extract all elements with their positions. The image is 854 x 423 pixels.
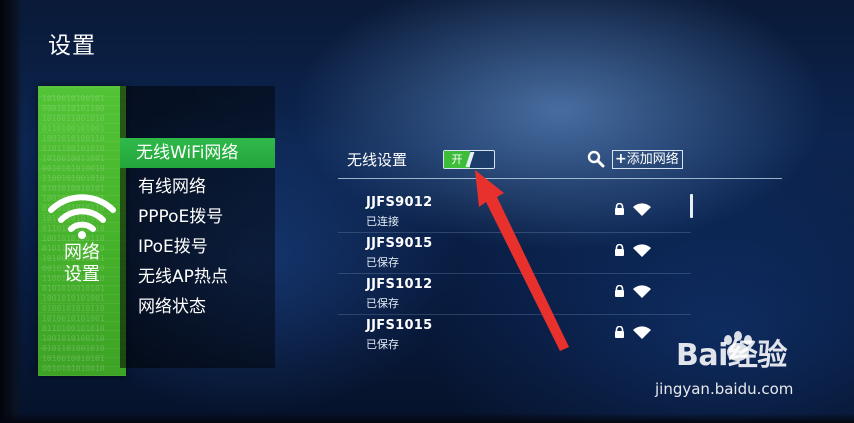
- lock-icon: [615, 244, 624, 256]
- tile-label-line2: 设置: [64, 264, 100, 285]
- lock-icon: [615, 326, 624, 338]
- list-separator: [338, 273, 691, 274]
- page-title: 设置: [48, 33, 96, 59]
- wifi-signal-icon: [633, 244, 651, 257]
- watermark-brand: Bai经验: [676, 338, 787, 373]
- network-list-item[interactable]: JJFS1012 已保存: [338, 275, 691, 315]
- network-status: 已保存: [366, 297, 399, 310]
- network-status: 已连接: [366, 215, 399, 228]
- wifi-signal-icon: [633, 203, 651, 216]
- list-separator: [338, 232, 691, 233]
- wireless-settings-label: 无线设置: [347, 151, 408, 169]
- network-list-item[interactable]: JJFS9012 已连接: [338, 193, 691, 233]
- wifi-icon: [48, 194, 116, 239]
- wifi-signal-icon: [633, 285, 651, 298]
- menu-item-ipoe[interactable]: IPoE拨号: [138, 232, 208, 257]
- network-list-item[interactable]: JJFS9015 已保存: [338, 234, 691, 274]
- lock-icon: [615, 203, 624, 215]
- network-list-scrollbar[interactable]: [690, 194, 693, 218]
- screen-bezel: [0, 0, 22, 423]
- plus-icon: +: [615, 151, 627, 167]
- header-divider: [338, 178, 782, 179]
- lock-icon: [615, 285, 624, 297]
- wifi-signal-icon: [633, 326, 651, 339]
- search-icon[interactable]: [587, 150, 605, 168]
- network-settings-tile[interactable]: 1010010100101 0001010101100 101001100101…: [38, 86, 126, 376]
- network-status: 已保存: [366, 256, 399, 269]
- menu-item-ap-hotspot[interactable]: 无线AP热点: [138, 262, 228, 287]
- network-ssid: JJFS1012: [366, 277, 433, 292]
- network-list-item[interactable]: JJFS1015 已保存: [338, 316, 691, 356]
- add-network-button[interactable]: +添加网络: [612, 150, 683, 169]
- screen-bezel-bottom: [0, 413, 854, 423]
- menu-item-wired-network[interactable]: 有线网络: [138, 172, 206, 197]
- settings-menu: 无线WiFi网络 有线网络 PPPoE拨号 IPoE拨号 无线AP热点 网络状态: [120, 86, 275, 368]
- add-network-label: 添加网络: [626, 152, 679, 167]
- network-status: 已保存: [366, 338, 399, 351]
- network-ssid: JJFS9012: [366, 195, 433, 210]
- menu-item-network-status[interactable]: 网络状态: [138, 292, 206, 317]
- menu-item-wireless-wifi[interactable]: 无线WiFi网络: [120, 138, 275, 168]
- wireless-toggle[interactable]: 开: [443, 150, 495, 169]
- network-ssid: JJFS1015: [366, 318, 433, 333]
- menu-item-pppoe[interactable]: PPPoE拨号: [138, 202, 223, 227]
- watermark-url: jingyan.baidu.com: [655, 380, 794, 398]
- tile-label-line1: 网络: [64, 242, 100, 263]
- network-ssid: JJFS9015: [366, 236, 433, 251]
- list-separator: [338, 314, 691, 315]
